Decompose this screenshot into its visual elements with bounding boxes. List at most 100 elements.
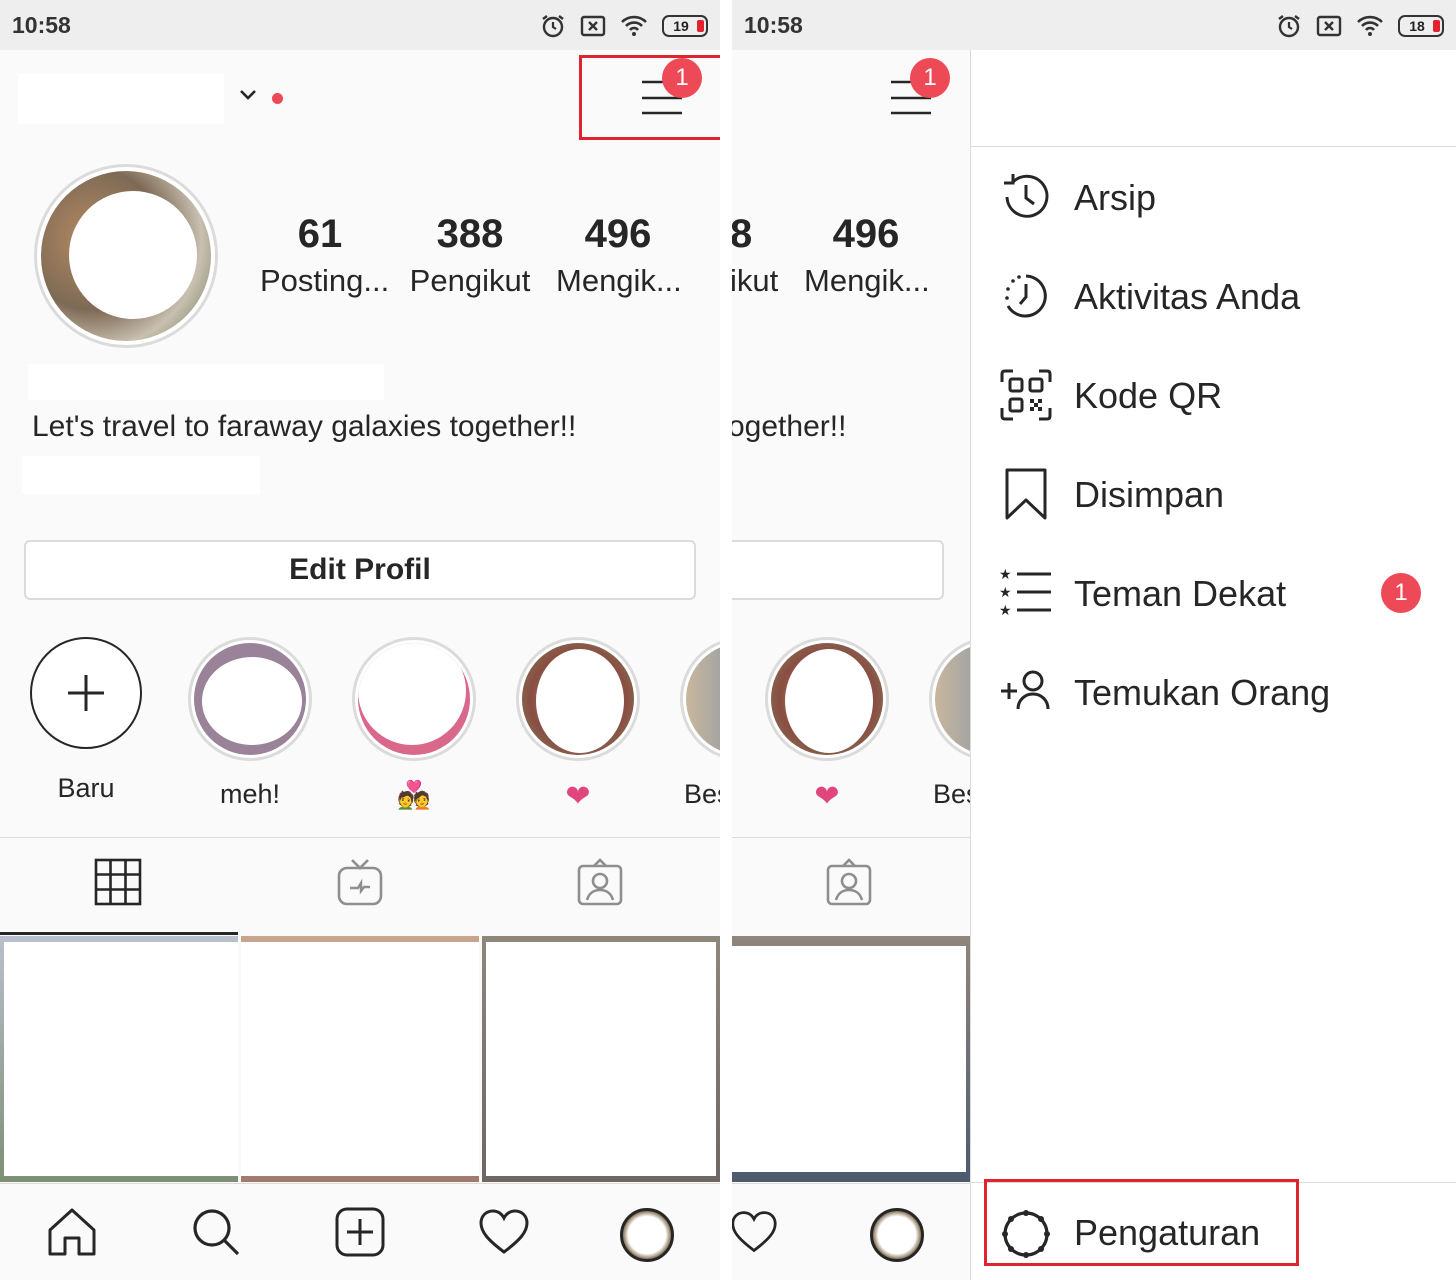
menu-item-label: Arsip (1074, 176, 1157, 218)
battery-indicator: 19 (662, 15, 708, 37)
highlight-item[interactable]: meh! (188, 637, 312, 810)
bio-text: ogether!! (732, 410, 847, 443)
grid-icon (94, 858, 142, 906)
qr-code-icon (1000, 369, 1052, 421)
activity-clock-icon (1005, 274, 1047, 318)
posts-grid (0, 936, 720, 1182)
archive-clock-icon (1004, 174, 1049, 218)
stat-followers[interactable]: 388 Pengikut (408, 212, 532, 299)
nav-profile[interactable] (870, 1208, 924, 1262)
menu-item-qr-code[interactable]: Kode QR (971, 346, 1456, 445)
edit-profile-button[interactable] (732, 540, 944, 600)
nav-search[interactable] (190, 1206, 242, 1263)
stat-following-label: Mengik... (556, 263, 682, 298)
svg-text:★: ★ (999, 567, 1012, 583)
post-thumbnail[interactable] (732, 936, 970, 1182)
stat-followers[interactable]: 8 ikut (732, 212, 782, 299)
menu-item-label: Temukan Orang (1074, 671, 1331, 713)
stat-following-value: 496 (832, 212, 900, 256)
post-thumbnail[interactable] (482, 936, 720, 1182)
stat-followers-value: 388 (436, 212, 504, 256)
highlight-item[interactable]: ❤ (516, 637, 640, 814)
nav-create-post[interactable] (334, 1206, 386, 1263)
username-redacted[interactable] (18, 74, 224, 124)
plus-icon (68, 675, 104, 711)
profile-tabs (0, 837, 720, 935)
display-name-redacted (28, 364, 384, 400)
menu-item-saved[interactable]: Disimpan (971, 445, 1456, 544)
highlight-box-menu (579, 55, 720, 140)
search-icon (193, 1209, 240, 1256)
no-sim-icon (1316, 15, 1342, 37)
active-tab-indicator (0, 932, 238, 935)
website-redacted (22, 456, 260, 494)
highlight-item[interactable]: 💑 (352, 637, 476, 811)
bio-text: Let's travel to faraway galaxies togethe… (32, 410, 577, 443)
notification-dot (272, 93, 283, 104)
status-time: 10:58 (744, 12, 803, 38)
igtv-icon (337, 859, 383, 906)
status-bar: 10:58 19 (0, 0, 720, 50)
side-menu-drawer: Arsip Aktivitas Anda Kode QR Disimpan ★ ★… (970, 50, 1456, 1280)
edit-profile-button[interactable]: Edit Profil (24, 540, 696, 600)
stat-posts[interactable]: 61 Posting... (260, 212, 390, 299)
highlight-label: Bes (684, 779, 720, 809)
wifi-icon (1357, 15, 1383, 36)
tab-tagged[interactable] (825, 858, 873, 913)
wifi-icon (621, 15, 647, 36)
svg-text:★: ★ (999, 603, 1012, 619)
bookmark-icon (1005, 468, 1047, 520)
svg-text:★: ★ (999, 585, 1012, 601)
battery-level: 19 (673, 18, 689, 34)
highlight-label: 💑 (397, 780, 431, 810)
close-friends-badge: 1 (1381, 573, 1421, 613)
status-bar: 10:58 18 (732, 0, 1456, 50)
menu-item-discover-people[interactable]: Temukan Orang (971, 643, 1456, 742)
battery-indicator: 18 (1398, 15, 1444, 37)
nav-profile[interactable] (620, 1208, 674, 1262)
stat-following-value: 496 (584, 212, 652, 256)
add-person-icon (1001, 670, 1050, 710)
home-icon (48, 1208, 96, 1256)
posts-grid (732, 936, 970, 1182)
chevron-down-icon[interactable] (238, 88, 258, 102)
stat-following[interactable]: 496 Mengik... (804, 212, 930, 299)
highlight-label: ❤ (814, 780, 840, 813)
highlight-label: Baru (57, 773, 115, 803)
tab-grid[interactable] (94, 858, 142, 911)
highlight-label: meh! (219, 779, 281, 809)
profile-avatar-small (870, 1208, 924, 1262)
nav-activity[interactable] (478, 1206, 530, 1263)
heart-icon (479, 1209, 529, 1254)
menu-item-your-activity[interactable]: Aktivitas Anda (971, 247, 1456, 346)
stat-followers-label: Pengikut (409, 263, 531, 298)
nav-home[interactable] (46, 1206, 98, 1263)
no-sim-icon (580, 15, 606, 37)
nav-activity[interactable] (732, 1206, 778, 1263)
menu-item-close-friends[interactable]: ★ ★ ★ Teman Dekat 1 (971, 544, 1456, 643)
close-friends-list-icon: ★ ★ ★ (999, 567, 1051, 619)
menu-item-label: Teman Dekat (1074, 572, 1287, 614)
stat-followers-label: ikut (732, 263, 779, 298)
alarm-icon (542, 15, 564, 38)
alarm-icon (1278, 15, 1300, 38)
status-icons: 18 (1276, 12, 1444, 40)
stat-following[interactable]: 496 Mengik... (556, 212, 682, 299)
tab-igtv[interactable] (336, 858, 384, 913)
stat-followers-value: 8 (732, 212, 753, 256)
highlight-item[interactable]: Bes (680, 637, 720, 810)
status-icons: 19 (540, 12, 708, 40)
profile-avatar[interactable] (34, 164, 218, 348)
stat-following-label: Mengik... (804, 263, 930, 298)
highlight-new[interactable]: Baru (24, 637, 148, 804)
highlight-box-settings (984, 1179, 1299, 1266)
menu-item-archive[interactable]: Arsip (971, 148, 1456, 247)
add-post-icon (335, 1207, 385, 1257)
tab-tagged[interactable] (576, 858, 624, 913)
post-thumbnail[interactable] (241, 936, 479, 1182)
post-thumbnail[interactable] (0, 936, 238, 1182)
profile-avatar-small (620, 1208, 674, 1262)
highlight-item[interactable]: ❤ (765, 637, 889, 814)
stat-posts-label: Posting... (260, 263, 390, 298)
drawer-header (971, 50, 1456, 147)
